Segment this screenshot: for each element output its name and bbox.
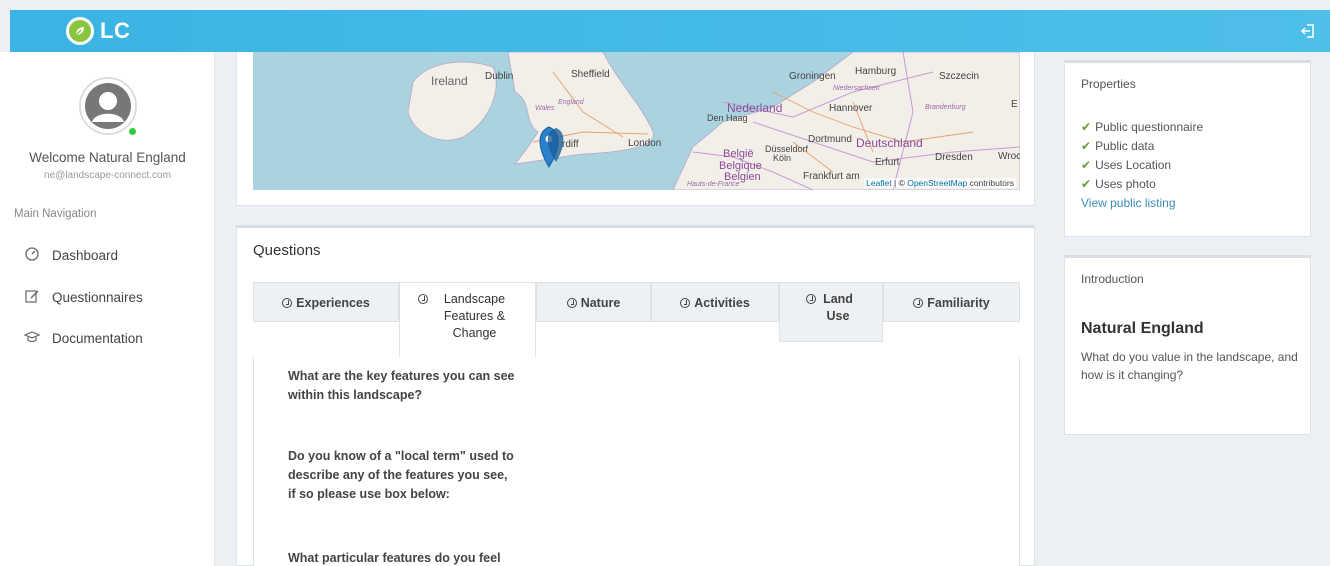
svg-text:Niedersachsen: Niedersachsen [833, 85, 880, 92]
nav-item-questionnaires[interactable]: Questionnaires [24, 288, 143, 307]
map-attribution: Leaflet | © OpenStreetMap contributors [864, 178, 1016, 188]
tab-experiences[interactable]: Experiences [253, 282, 399, 322]
svg-text:Erfurt: Erfurt [875, 157, 900, 168]
clock-icon [913, 298, 924, 308]
introduction-title: Natural England [1081, 320, 1204, 337]
online-status-indicator [128, 127, 137, 136]
svg-text:Hamburg: Hamburg [855, 66, 896, 77]
welcome-text: Welcome Natural England [29, 150, 186, 165]
nav-item-documentation[interactable]: Documentation [23, 329, 143, 348]
tab-label: Activities [694, 296, 750, 310]
questions-card: Questions Experiences Landscape Features… [236, 225, 1035, 566]
check-icon: ✔ [1081, 177, 1092, 191]
tab-label: Familiarity [927, 296, 990, 310]
svg-text:Sheffield: Sheffield [571, 69, 610, 80]
view-public-listing-link[interactable]: View public listing [1081, 196, 1176, 210]
property-label: Uses Location [1095, 158, 1172, 172]
list-item: ✔ Uses Location [1081, 156, 1203, 175]
svg-text:België: België [723, 148, 754, 160]
svg-text:Groningen: Groningen [789, 71, 836, 82]
map[interactable]: Ireland Dublin Sheffield Wales England r… [253, 52, 1020, 190]
check-icon: ✔ [1081, 120, 1092, 134]
svg-text:Den Haag: Den Haag [707, 113, 748, 123]
svg-text:Ireland: Ireland [431, 74, 468, 88]
svg-text:Wroc: Wroc [998, 151, 1020, 162]
svg-text:Frankfurt am: Frankfurt am [803, 171, 860, 182]
tab-content: What are the key features you can see wi… [253, 357, 1020, 566]
list-item: ✔ Public questionnaire [1081, 118, 1203, 137]
nav-label: Dashboard [52, 248, 119, 263]
tab-label: Landscape Features & Change [443, 292, 506, 340]
question-tabs: Experiences Landscape Features & Change … [253, 282, 1020, 358]
svg-text:Hauts-de-France: Hauts-de-France [687, 181, 740, 188]
check-icon: ✔ [1081, 158, 1092, 172]
list-item: ✔ Public data [1081, 137, 1203, 156]
map-card: Ireland Dublin Sheffield Wales England r… [236, 52, 1035, 206]
tab-activities[interactable]: Activities [651, 282, 779, 322]
svg-text:Brandenburg: Brandenburg [925, 104, 966, 111]
property-label: Public questionnaire [1095, 120, 1204, 134]
edit-icon [24, 288, 40, 307]
top-bar: LC [10, 10, 1330, 52]
svg-text:rdiff: rdiff [562, 139, 579, 150]
tab-label: Nature [580, 296, 621, 310]
list-item: ✔ Uses photo [1081, 175, 1203, 194]
user-email: ne@landscape-connect.com [44, 170, 171, 181]
property-label: Uses photo [1095, 177, 1156, 191]
clock-icon [566, 298, 577, 308]
logo-text: LC [100, 18, 131, 43]
svg-text:England: England [558, 99, 585, 106]
sign-out-icon[interactable] [1300, 22, 1318, 40]
clock-icon [282, 298, 293, 308]
question-item: What particular features do you feel [288, 551, 501, 565]
svg-text:Wales: Wales [535, 105, 555, 112]
svg-text:Deutschland: Deutschland [856, 136, 923, 150]
sidebar: Welcome Natural England ne@landscape-con… [0, 52, 215, 566]
properties-heading: Properties [1081, 77, 1136, 91]
question-item: What are the key features you can see wi… [288, 369, 515, 402]
svg-text:Dublin: Dublin [485, 71, 513, 82]
openstreetmap-link[interactable]: OpenStreetMap [907, 178, 967, 188]
introduction-text: What do you value in the landscape, and … [1081, 350, 1298, 382]
tab-landscape-features[interactable]: Landscape Features & Change [399, 282, 536, 358]
graduation-cap-icon [23, 329, 41, 348]
introduction-heading: Introduction [1081, 272, 1144, 286]
svg-text:Dortmund: Dortmund [808, 134, 852, 145]
avatar[interactable] [79, 77, 137, 135]
svg-text:Köln: Köln [773, 153, 791, 163]
attribution-separator: | © [891, 178, 908, 188]
check-icon: ✔ [1081, 139, 1092, 153]
svg-text:E: E [1011, 99, 1018, 110]
clock-icon [680, 298, 691, 308]
leaflet-link[interactable]: Leaflet [866, 178, 892, 188]
svg-text:Hannover: Hannover [829, 103, 873, 114]
app-logo[interactable]: LC [66, 16, 130, 46]
tab-land-use[interactable]: Land Use [779, 282, 883, 342]
svg-text:London: London [628, 138, 661, 149]
nav-label: Documentation [52, 331, 143, 346]
svg-text:Dresden: Dresden [935, 152, 973, 163]
nav-label: Questionnaires [52, 290, 143, 305]
question-item: Do you know of a "local term" used to de… [288, 449, 514, 501]
clock-icon [806, 294, 816, 304]
dashboard-icon [24, 246, 40, 265]
questions-title: Questions [253, 242, 321, 259]
tab-label: Experiences [296, 296, 370, 310]
tab-familiarity[interactable]: Familiarity [883, 282, 1020, 322]
attribution-tail: contributors [967, 178, 1014, 188]
tab-nature[interactable]: Nature [536, 282, 651, 322]
svg-text:Szczecin: Szczecin [939, 71, 979, 82]
property-label: Public data [1095, 139, 1155, 153]
map-marker-icon [539, 126, 564, 168]
properties-list: ✔ Public questionnaire ✔ Public data ✔ Uses… [1081, 118, 1203, 194]
introduction-card: Introduction Natural England What do you… [1064, 255, 1311, 435]
nav-item-dashboard[interactable]: Dashboard [24, 246, 118, 265]
nav-heading: Main Navigation [14, 208, 97, 220]
logo-icon [66, 17, 94, 45]
tab-label: Land Use [823, 292, 853, 323]
properties-card: Properties ✔ Public questionnaire ✔ Public… [1064, 60, 1311, 237]
clock-icon [417, 294, 428, 304]
